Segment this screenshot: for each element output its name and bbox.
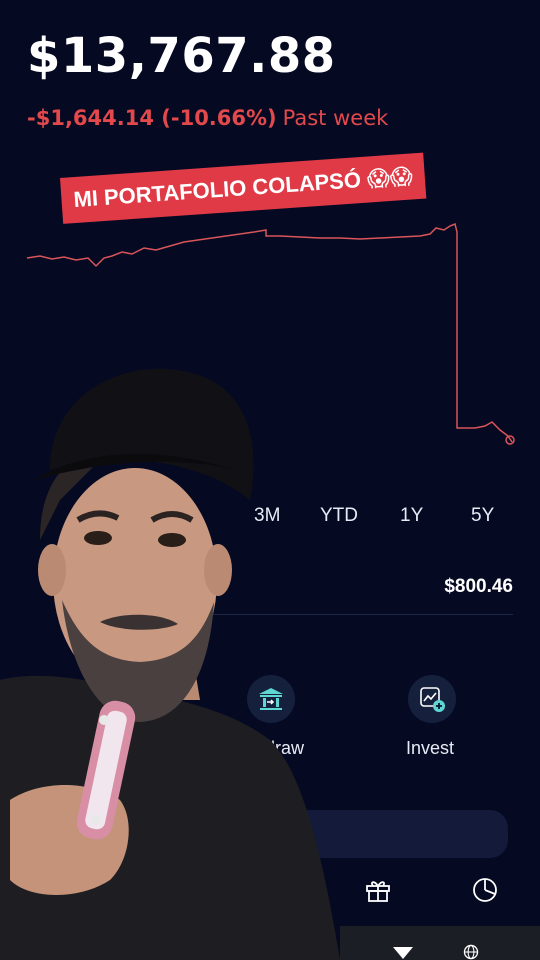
caption-emojis: 😱😱: [366, 164, 414, 193]
change-amount: -$1,644.14 (-10.66%): [27, 106, 277, 130]
invest-icon-button[interactable]: [408, 675, 456, 723]
range-5y[interactable]: 5Y: [471, 505, 494, 527]
caption-text: MI PORTAFOLIO COLAPSÓ: [72, 167, 362, 213]
signal-icon: [393, 947, 413, 959]
pie-chart-icon[interactable]: [471, 876, 499, 904]
change-period: Past week: [282, 106, 389, 130]
presenter-image: [0, 368, 340, 960]
balance-value: $13,767.88: [27, 28, 336, 84]
range-1y[interactable]: 1Y: [400, 505, 423, 527]
globe-icon: [463, 944, 479, 960]
invest-label[interactable]: Invest: [406, 738, 454, 759]
invest-chart-icon: [420, 687, 445, 712]
change-summary: -$1,644.14 (-10.66%) Past week: [27, 106, 388, 130]
gift-icon[interactable]: [364, 876, 392, 904]
summary-value: $800.46: [444, 576, 513, 597]
system-bar: [340, 926, 540, 960]
